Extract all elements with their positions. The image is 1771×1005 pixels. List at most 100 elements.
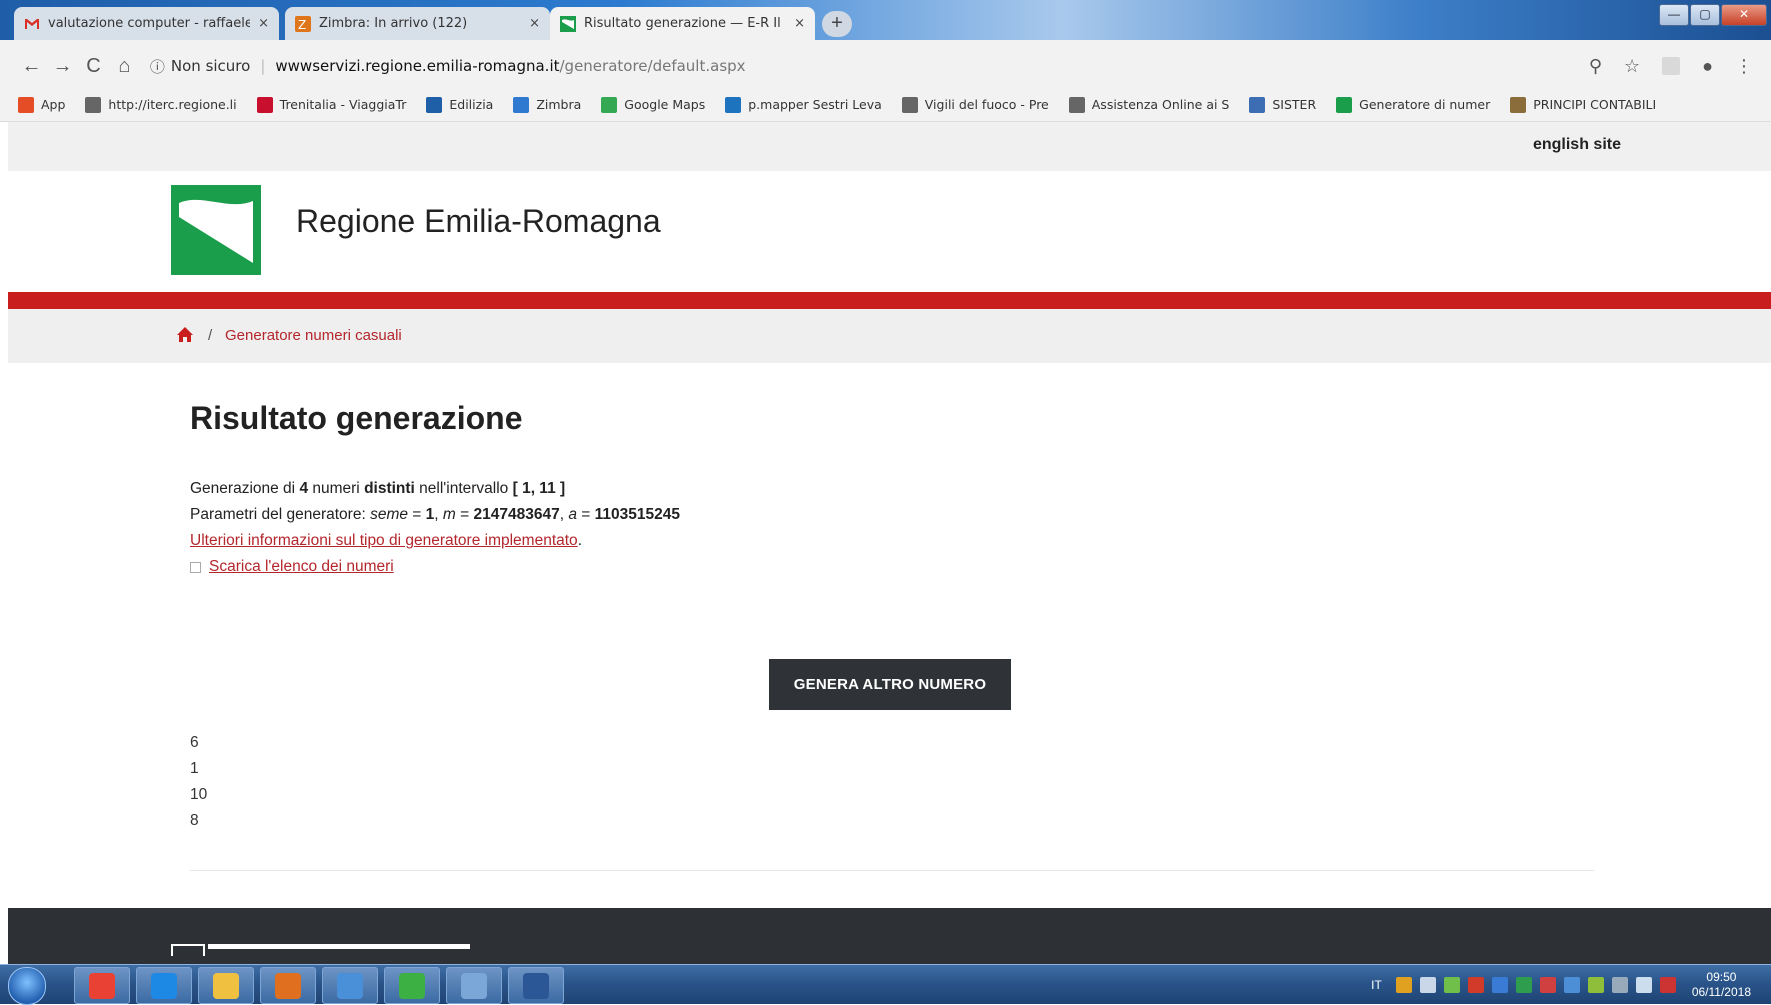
calculator-icon [426, 96, 443, 113]
seed-value: 1 [425, 506, 435, 523]
extension-icon[interactable] [1662, 57, 1681, 75]
tab-gmail[interactable]: valutazione computer - raffaeler × [14, 7, 279, 40]
taskbar-app-button[interactable] [508, 967, 564, 1004]
tray-app-icon[interactable] [1395, 976, 1412, 993]
bookmark-item[interactable]: Vigili del fuoco - Pre [901, 96, 1049, 113]
url-field[interactable]: ⓘ Non sicuro | wwwservizi.regione.emilia… [150, 50, 1589, 82]
tab-zimbra[interactable]: Z Zimbra: In arrivo (122) × [285, 7, 550, 40]
forward-button[interactable]: → [47, 55, 78, 78]
word-icon [523, 973, 549, 999]
download-icon [190, 561, 201, 573]
volume-icon[interactable] [1635, 976, 1652, 993]
bookmark-item[interactable]: Generatore di numer [1336, 96, 1490, 113]
network-icon[interactable] [1611, 976, 1628, 993]
reload-button[interactable]: C [78, 55, 109, 78]
bookmark-item[interactable]: Edilizia [426, 96, 493, 113]
bookmark-item[interactable]: Zimbra [513, 96, 582, 113]
taskbar-app-button[interactable] [384, 967, 440, 1004]
bookmark-item[interactable]: Google Maps [601, 96, 705, 113]
bookmark-item[interactable]: http://iterc.regione.li [85, 96, 237, 113]
range-value: [ 1, 11 ] [512, 480, 566, 497]
taskbar-app-button[interactable] [322, 967, 378, 1004]
generated-number: 8 [190, 812, 199, 829]
tray-app-icon[interactable] [1467, 976, 1484, 993]
clock-date: 06/11/2018 [1691, 984, 1751, 999]
close-icon[interactable]: × [258, 16, 269, 31]
clock[interactable]: 09:50 06/11/2018 [1692, 970, 1751, 1000]
bookmark-item[interactable]: Trenitalia - ViaggiaTr [256, 96, 406, 113]
action-center-icon[interactable] [1659, 976, 1676, 993]
zoom-icon[interactable]: ⚲ [1589, 56, 1602, 77]
generator-params: Parametri del generatore: seme = 1, m = … [190, 502, 680, 528]
bookmark-star-icon[interactable]: ☆ [1624, 56, 1640, 77]
bookmark-label: PRINCIPI CONTABILI [1533, 97, 1657, 112]
footer-logo [171, 944, 205, 956]
zimbra-icon [513, 96, 530, 113]
generated-numbers-list: 6 1 10 8 [190, 730, 207, 834]
home-icon[interactable] [176, 326, 194, 344]
zimbra-icon: Z [295, 15, 311, 32]
taskbar-app-button[interactable] [446, 967, 502, 1004]
new-tab-button[interactable]: + [822, 11, 852, 37]
bookmark-item[interactable]: App [18, 96, 66, 113]
more-info-link[interactable]: Ulteriori informazioni sul tipo di gener… [190, 532, 578, 549]
apps-grid-icon [18, 96, 34, 113]
maximize-button[interactable]: ▢ [1690, 4, 1720, 26]
bookmark-label: Zimbra [536, 97, 582, 112]
home-button[interactable]: ⌂ [109, 55, 140, 78]
taskbar-app-button[interactable] [260, 967, 316, 1004]
generation-info: Generazione di 4 numeri distinti nell'in… [190, 476, 680, 580]
taskbar-app-button[interactable] [136, 967, 192, 1004]
back-button[interactable]: ← [16, 55, 47, 78]
tray-app-icon[interactable] [1419, 976, 1436, 993]
bookmark-item[interactable]: SISTER [1249, 96, 1316, 113]
breadcrumb-separator: / [208, 327, 213, 344]
site-title[interactable]: Regione Emilia-Romagna [296, 203, 661, 240]
start-button[interactable] [8, 967, 46, 1005]
bookmark-item[interactable]: PRINCIPI CONTABILI [1510, 96, 1657, 113]
summary-text: Generazione di [190, 480, 300, 497]
browser-tabstrip: valutazione computer - raffaeler × Z Zim… [0, 0, 1771, 40]
breadcrumb-current[interactable]: Generatore numeri casuali [225, 327, 402, 344]
close-window-button[interactable]: ✕ [1721, 4, 1767, 26]
bookmark-item[interactable]: Assistenza Online ai S [1068, 96, 1229, 113]
bookmark-label: App [41, 97, 66, 112]
tray-app-icon[interactable] [1587, 976, 1604, 993]
m-label: m [442, 506, 456, 523]
summary-text: nell'intervallo [414, 480, 513, 497]
media-player-icon [275, 973, 301, 999]
site-header: Regione Emilia-Romagna [8, 171, 1771, 292]
tray-app-icon[interactable] [1515, 976, 1532, 993]
page-icon [1068, 96, 1085, 113]
params-text: = [576, 506, 595, 523]
url-path: /generatore/default.aspx [559, 57, 746, 75]
taskbar-app-button[interactable] [74, 967, 130, 1004]
seed-label: seme [370, 506, 408, 523]
address-bar: ← → C ⌂ ⓘ Non sicuro | wwwservizi.region… [0, 40, 1771, 92]
language-indicator[interactable]: IT [1371, 978, 1382, 992]
close-icon[interactable]: × [794, 16, 805, 31]
close-icon[interactable]: × [529, 16, 540, 31]
m-value: 2147483647 [473, 506, 560, 523]
mef-icon [1510, 96, 1527, 113]
account-icon[interactable]: ● [1702, 56, 1713, 77]
regione-logo[interactable] [171, 185, 261, 275]
english-site-link[interactable]: english site [1533, 136, 1621, 154]
sister-icon [1249, 96, 1266, 113]
download-row: Scarica l'elenco dei numeri [190, 554, 680, 580]
footer-logo-line [208, 944, 470, 949]
bookmark-item[interactable]: p.mapper Sestri Leva [725, 96, 882, 113]
info-icon[interactable]: ⓘ [150, 56, 165, 77]
minimize-button[interactable]: — [1659, 4, 1689, 26]
page-icon [85, 96, 102, 113]
tray-app-icon[interactable] [1443, 976, 1460, 993]
tray-app-icon[interactable] [1563, 976, 1580, 993]
bookmark-label: p.mapper Sestri Leva [748, 97, 882, 112]
tab-risultato-generazione[interactable]: Risultato generazione — E-R Il p × [550, 7, 815, 40]
tray-app-icon[interactable] [1539, 976, 1556, 993]
generate-another-button[interactable]: GENERA ALTRO NUMERO [769, 659, 1011, 710]
download-list-link[interactable]: Scarica l'elenco dei numeri [209, 554, 394, 580]
menu-icon[interactable]: ⋮ [1735, 56, 1753, 77]
tray-app-icon[interactable] [1491, 976, 1508, 993]
taskbar-app-button[interactable] [198, 967, 254, 1004]
